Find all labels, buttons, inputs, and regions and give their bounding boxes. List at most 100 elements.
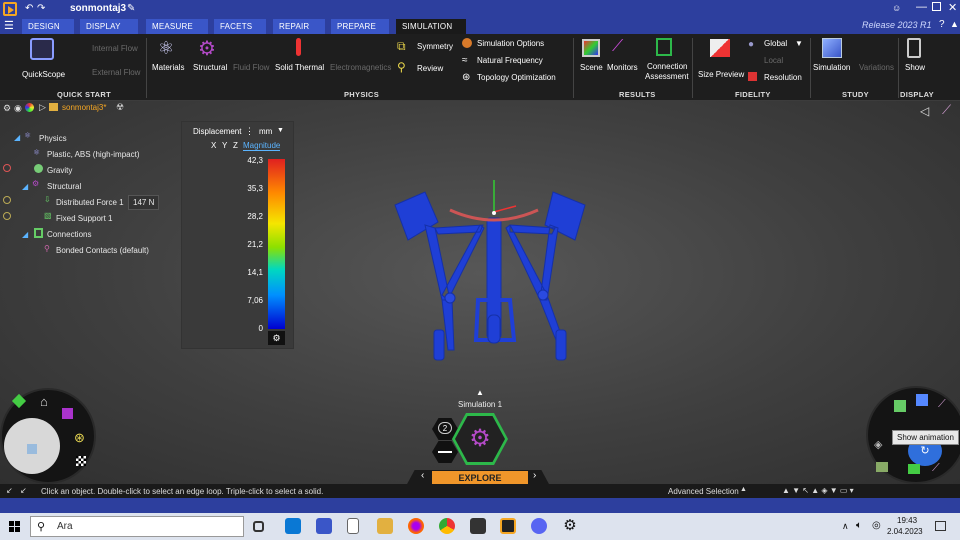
clock-time[interactable]: 19:43 <box>897 516 917 525</box>
natural-frequency-button[interactable]: Natural Frequency <box>477 56 543 65</box>
tree-item-gravity[interactable]: Gravity <box>47 166 72 175</box>
displacement-legend[interactable]: Displacement ⋮ mm ▼ X Y Z Magnitude 42,3… <box>181 121 294 349</box>
quickscope-button[interactable]: QuickScope <box>22 70 65 79</box>
zoom-icon[interactable]: ⊛ <box>74 430 85 446</box>
file-icon[interactable] <box>347 518 359 534</box>
color-wheel-icon[interactable] <box>25 103 34 112</box>
app-logo-icon[interactable] <box>3 2 17 16</box>
dropdown-icon[interactable]: ▼ <box>277 127 284 134</box>
explore-button[interactable]: Explore <box>432 471 528 485</box>
global-button[interactable]: Global <box>764 39 787 48</box>
expand-icon[interactable]: ◢ <box>22 230 28 239</box>
tab-simulation[interactable]: Simulation <box>396 19 466 34</box>
solid-thermal-button[interactable]: Solid Thermal <box>275 63 324 72</box>
book-icon[interactable] <box>908 464 920 474</box>
settings-gear-icon[interactable]: ⚙ <box>562 518 578 534</box>
tab-repair[interactable]: Repair <box>273 19 325 34</box>
tab-measure[interactable]: Measure <box>146 19 208 34</box>
tab-display[interactable]: Display <box>80 19 138 34</box>
tree-item-bonded-contacts[interactable]: Bonded Contacts (default) <box>56 246 149 255</box>
dropdown-icon[interactable]: ▼ <box>795 39 803 48</box>
breadcrumb[interactable]: sonmontaj3* <box>62 103 106 112</box>
close-button[interactable]: ✕ <box>948 1 957 14</box>
tree-item-distributed-force[interactable]: Distributed Force 1 <box>56 198 124 207</box>
search-input[interactable]: Ara <box>57 521 73 532</box>
tab-facets[interactable]: Facets <box>214 19 266 34</box>
tab-prepare[interactable]: Prepare <box>331 19 389 34</box>
volume-icon[interactable]: 🔈︎ <box>856 520 862 531</box>
tree-item-connections[interactable]: Connections <box>47 230 91 239</box>
chart-icon[interactable]: ⟋ <box>932 462 940 475</box>
legend-unit-dropdown[interactable]: mm <box>259 127 272 136</box>
tree-item-fixed-support[interactable]: Fixed Support 1 <box>56 214 112 223</box>
menu-icon[interactable]: ☰ <box>4 19 14 32</box>
help-icon[interactable]: ? <box>939 19 945 30</box>
size-preview-button[interactable]: Size Preview <box>698 70 744 79</box>
globe-icon[interactable]: ◎ <box>872 520 881 531</box>
home-icon[interactable]: ⌂ <box>40 394 48 409</box>
connection-assessment-button[interactable]: Connection <box>647 62 687 71</box>
gravity-indicator-icon[interactable] <box>3 164 11 172</box>
structural-button[interactable]: Structural <box>193 63 227 72</box>
discord-icon[interactable] <box>531 518 547 534</box>
symmetry-button[interactable]: Symmetry <box>417 42 453 51</box>
tree-item-material[interactable]: Plastic, ABS (high-impact) <box>47 150 139 159</box>
scene-button[interactable]: Scene <box>580 63 603 72</box>
legend-x-button[interactable]: X <box>211 141 216 150</box>
app-icon[interactable] <box>316 518 332 534</box>
legend-y-button[interactable]: Y <box>222 141 227 150</box>
expand-icon[interactable]: ◢ <box>22 182 28 191</box>
mail-icon[interactable] <box>285 518 301 534</box>
select-arrow-icon[interactable]: ↙ <box>6 486 13 495</box>
undo-icon[interactable]: ↶ <box>25 3 33 14</box>
quickscope-icon[interactable] <box>30 38 54 60</box>
terrain-icon[interactable] <box>876 462 888 472</box>
external-flow-button[interactable]: External Flow <box>92 68 140 77</box>
local-button[interactable]: Local <box>764 56 783 65</box>
stack-icon[interactable] <box>894 400 906 412</box>
expand-icon[interactable]: ◢ <box>14 133 20 142</box>
monitor-wave-icon[interactable]: ⟋ <box>938 398 946 411</box>
force-value[interactable]: 147 N <box>128 195 160 210</box>
advanced-selection[interactable]: Advanced Selection <box>668 487 739 496</box>
media-icon[interactable] <box>470 518 486 534</box>
radiation-icon[interactable]: ☢ <box>116 102 124 113</box>
monitors-button[interactable]: Monitors <box>607 63 638 72</box>
user-icon[interactable]: ☺ <box>892 3 901 13</box>
variations-button[interactable]: Variations <box>859 63 894 72</box>
prev-arrow-icon[interactable]: ‹ <box>421 470 424 481</box>
status-tools[interactable]: ▲ ▼ ↖ ▲ ◈ ▼ ▭ ▾ <box>782 486 854 495</box>
resolution-button[interactable]: Resolution <box>764 73 802 82</box>
tree-item-physics[interactable]: Physics <box>39 134 67 143</box>
lasso-icon[interactable]: ↙ <box>20 486 27 495</box>
show-button[interactable]: Show <box>905 63 925 72</box>
notification-icon[interactable] <box>935 521 946 531</box>
ansys-icon[interactable] <box>500 518 516 534</box>
review-button[interactable]: Review <box>417 64 443 73</box>
purple-cube-icon[interactable] <box>62 408 73 419</box>
results-wave-icon[interactable]: ⟋ <box>942 102 951 118</box>
task-view-icon[interactable] <box>253 521 264 532</box>
maximize-button[interactable] <box>932 2 941 11</box>
dropdown-icon[interactable]: ▲ <box>740 486 747 493</box>
force-indicator-icon[interactable] <box>3 196 11 204</box>
tab-design[interactable]: Design <box>22 19 74 34</box>
simulation-options-button[interactable]: Simulation Options <box>477 39 544 48</box>
taskbar-search[interactable]: ⚲ Ara <box>30 516 244 537</box>
settings-icon[interactable]: ⚙ <box>3 103 11 114</box>
legend-settings-button[interactable]: ⚙ <box>268 331 285 345</box>
next-arrow-icon[interactable]: › <box>533 470 536 481</box>
3d-model[interactable] <box>380 170 610 380</box>
internal-flow-button[interactable]: Internal Flow <box>92 44 138 53</box>
play-icon[interactable]: ▷ <box>39 102 46 113</box>
simulation-button[interactable]: Simulation <box>813 63 850 72</box>
topology-optimization-button[interactable]: Topology Optimization <box>477 73 556 82</box>
layers-icon[interactable]: ◈ <box>874 438 882 451</box>
chrome-icon[interactable] <box>439 518 455 534</box>
legend-z-button[interactable]: Z <box>233 141 238 150</box>
connection-assessment-button-line2[interactable]: Assessment <box>645 72 689 81</box>
grid-icon[interactable] <box>76 456 86 466</box>
clock-date[interactable]: 2.04.2023 <box>887 527 923 536</box>
up-arrow-icon[interactable]: ▲ <box>476 388 484 397</box>
spin-icon[interactable]: ◁ <box>920 104 929 118</box>
